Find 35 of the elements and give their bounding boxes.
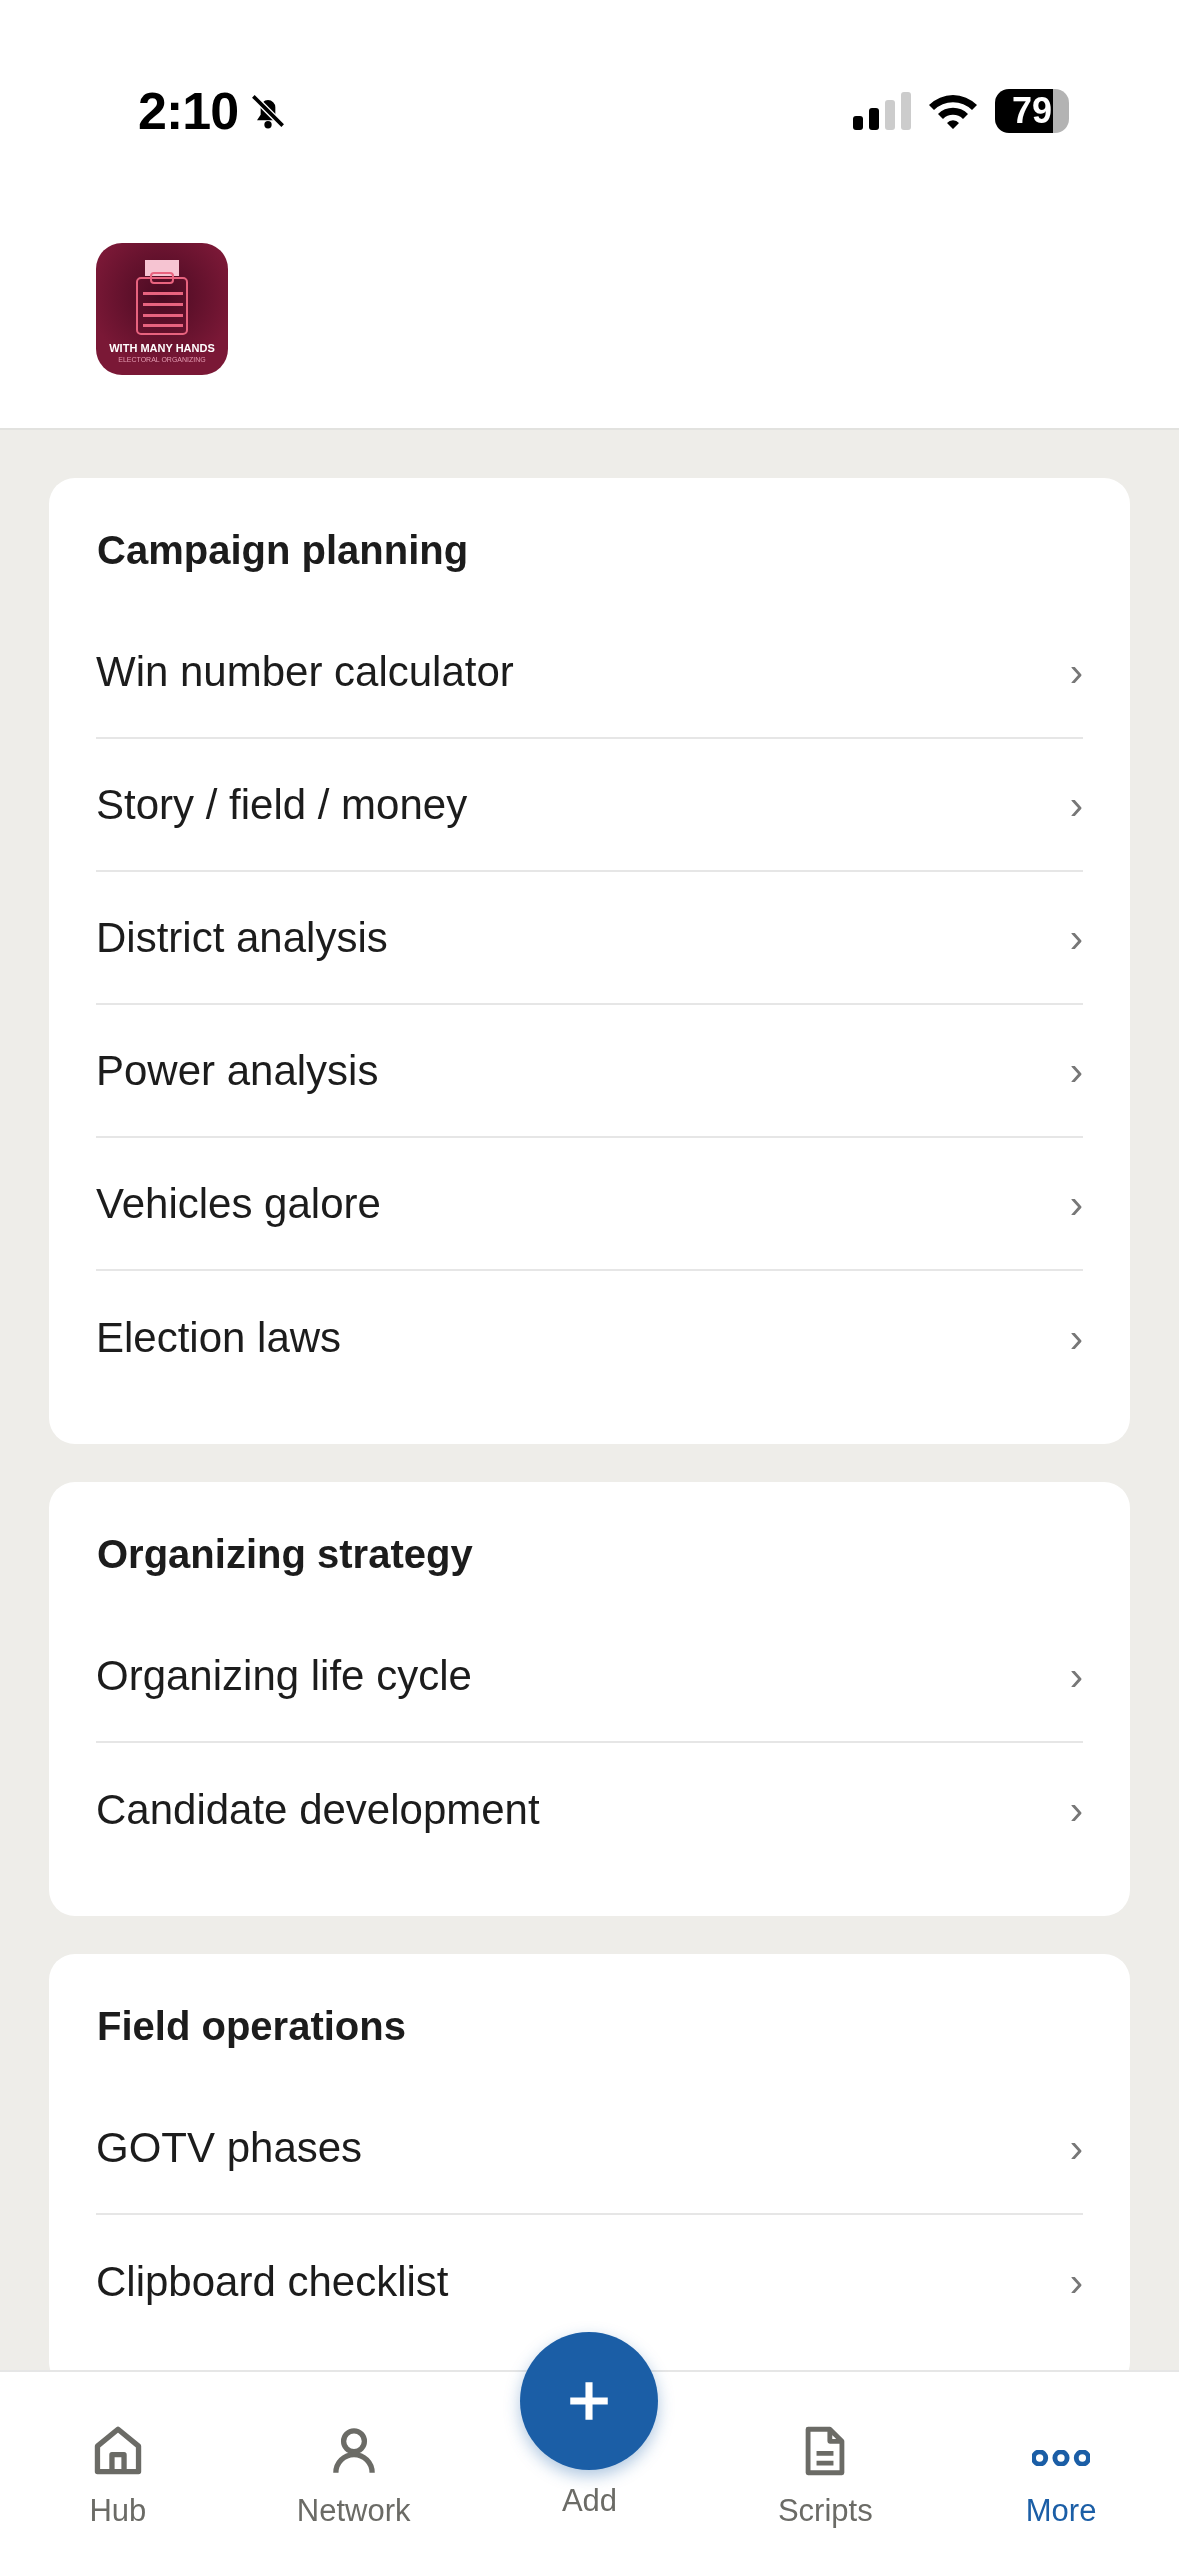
- add-circle[interactable]: [520, 2332, 659, 2470]
- menu-item[interactable]: Candidate development: [96, 1778, 540, 1841]
- chevron-icon: ›: [1069, 1779, 1083, 1840]
- more-icon: [1032, 2450, 1091, 2466]
- logo-title: WITH MANY HANDS: [109, 342, 215, 355]
- tab-bar-item[interactable]: More: [943, 2372, 1179, 2556]
- menu-item[interactable]: Story / field / money: [96, 773, 468, 836]
- clock-time: 2:10: [138, 81, 239, 142]
- chevron-icon: ›: [1069, 2251, 1083, 2312]
- menu-item[interactable]: Power analysis: [96, 1039, 379, 1102]
- section-heading: Organizing strategy: [97, 1531, 474, 1578]
- chevron-icon: ›: [1069, 774, 1083, 835]
- menu-item[interactable]: Organizing life cycle: [96, 1644, 472, 1707]
- menu-item[interactable]: District analysis: [96, 906, 388, 969]
- chevron-icon: ›: [1069, 1307, 1083, 1368]
- chevron-icon: ›: [1069, 1645, 1083, 1706]
- wifi-icon: [927, 92, 979, 130]
- tab-bar-item[interactable]: Scripts: [707, 2372, 944, 2556]
- tab-bar-item[interactable]: Network: [235, 2372, 472, 2556]
- chevron-icon: ›: [1069, 1173, 1083, 1234]
- chevron-icon: ›: [1069, 1040, 1083, 1101]
- section-heading: Field operations: [97, 2003, 407, 2050]
- menu-item[interactable]: Election laws: [96, 1306, 342, 1369]
- menu-item[interactable]: Vehicles galore: [96, 1172, 381, 1235]
- tab-bar-item[interactable]: Add: [471, 2332, 708, 2556]
- battery-level: 79: [995, 89, 1069, 133]
- signal-icon: [853, 92, 911, 130]
- menu-item[interactable]: Win number calculator: [96, 640, 514, 703]
- chevron-icon: ›: [1069, 907, 1083, 968]
- menu-item[interactable]: GOTV phases: [96, 2116, 363, 2179]
- tab-bar-item[interactable]: Hub: [0, 2372, 236, 2556]
- chevron-icon: ›: [1069, 2117, 1083, 2178]
- menu-item[interactable]: Clipboard checklist: [96, 2250, 449, 2313]
- section-heading: Campaign planning: [97, 527, 470, 574]
- chevron-icon: ›: [1069, 641, 1083, 702]
